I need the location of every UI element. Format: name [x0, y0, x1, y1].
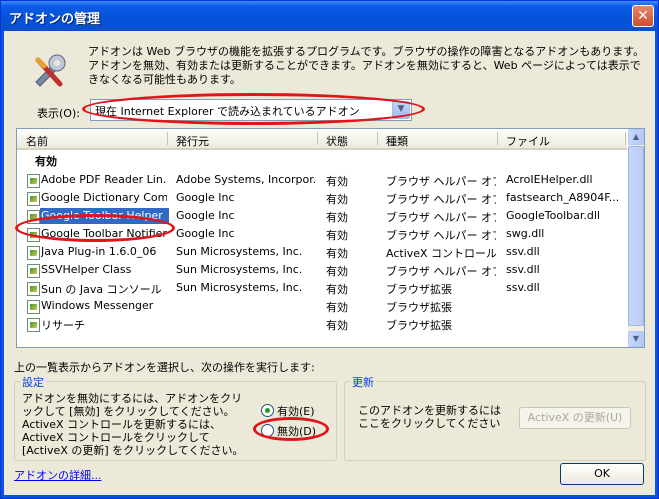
- highlight-disable-radio: [253, 417, 329, 441]
- column-status[interactable]: 状態: [326, 133, 348, 149]
- enable-radio[interactable]: [261, 404, 274, 417]
- addon-icon: [27, 192, 40, 206]
- instruction-text: 上の一覧表示からアドオンを選択し、次の操作を実行します:: [14, 361, 315, 374]
- dialog-client: アドオンは Web ブラウザの機能を拡張するプログラムです。ブラウザの操作の障害…: [4, 31, 655, 495]
- table-row[interactable]: Windows Messenger 有効 ブラウザ拡張: [17, 297, 627, 315]
- show-label: 表示(O):: [37, 107, 80, 120]
- addon-manager-window: アドオンの管理 ✕ アドオンは Web ブラウザの機能を拡張するプログラムです。…: [0, 0, 659, 499]
- list-header: 名前 発行元 状態 種類 ファイル: [17, 129, 627, 150]
- table-row[interactable]: Sun の Java コンソール Sun Microsystems, Inc. …: [17, 279, 627, 297]
- group-enabled: 有効: [35, 155, 57, 168]
- close-button[interactable]: ✕: [632, 5, 654, 27]
- update-title: 更新: [350, 374, 376, 390]
- addon-icon: [27, 264, 40, 278]
- addon-icon: [27, 246, 40, 260]
- addon-details-link[interactable]: アドオンの詳細...: [14, 467, 102, 483]
- activex-update-button[interactable]: ActiveX の更新(U): [519, 407, 631, 429]
- table-row[interactable]: Adobe PDF Reader Lin... Adobe Systems, I…: [17, 171, 627, 189]
- update-text: このアドオンを更新するにはここをクリックしてください: [358, 404, 501, 430]
- column-file[interactable]: ファイル: [506, 133, 550, 149]
- ok-button[interactable]: OK: [560, 463, 644, 485]
- column-type[interactable]: 種類: [386, 133, 408, 149]
- table-row[interactable]: Google Dictionary Com... Google Inc 有効 ブ…: [17, 189, 627, 207]
- tools-icon: [35, 54, 66, 87]
- addon-icon: [27, 282, 40, 296]
- scroll-up-icon[interactable]: ▲: [628, 129, 644, 145]
- description-text: アドオンは Web ブラウザの機能を拡張するプログラムです。ブラウザの操作の障害…: [88, 45, 645, 86]
- column-name[interactable]: 名前: [26, 133, 48, 149]
- title-bar[interactable]: アドオンの管理 ✕: [1, 1, 658, 31]
- window-title: アドオンの管理: [9, 12, 101, 27]
- scroll-down-icon[interactable]: ▼: [628, 331, 644, 347]
- scroll-thumb[interactable]: [628, 146, 644, 326]
- settings-title: 設定: [20, 374, 46, 390]
- vertical-scrollbar[interactable]: ▲ ▼: [628, 129, 644, 347]
- highlight-selected-row: [15, 214, 175, 242]
- highlight-show-dropdown: [82, 93, 425, 125]
- addon-icon: [27, 300, 40, 314]
- settings-text: アドオンを無効にするには、アドオンをクリックして [無効] をクリックしてくださ…: [22, 392, 244, 457]
- table-row[interactable]: SSVHelper Class Sun Microsystems, Inc. 有…: [17, 261, 627, 279]
- column-publisher[interactable]: 発行元: [176, 133, 209, 149]
- addon-icon: [27, 174, 40, 188]
- table-row[interactable]: リサーチ 有効 ブラウザ拡張: [17, 315, 627, 333]
- table-row[interactable]: Java Plug-in 1.6.0_06 Sun Microsystems, …: [17, 243, 627, 261]
- addon-icon: [27, 318, 40, 332]
